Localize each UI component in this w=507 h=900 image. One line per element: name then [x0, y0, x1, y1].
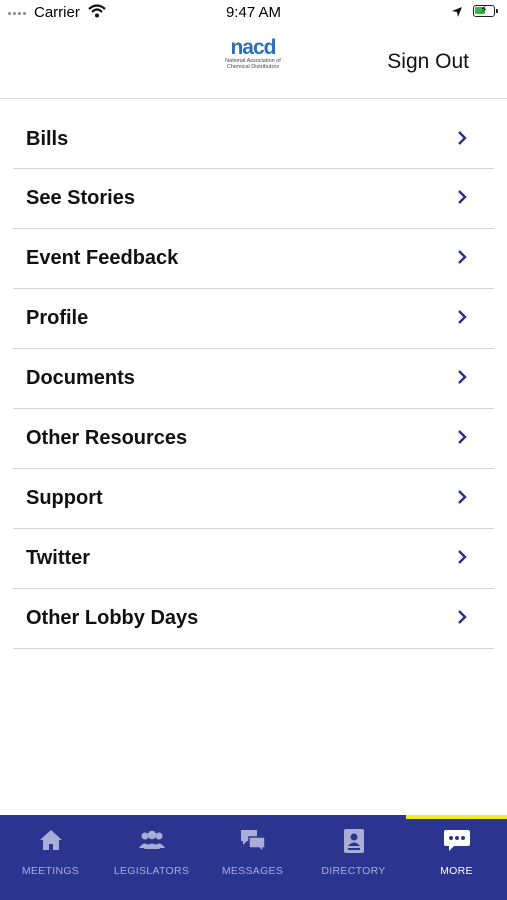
app-header: nacd National Association of Chemical Di… — [0, 26, 507, 99]
menu-item-label: Bills — [26, 128, 69, 150]
nacd-logo: nacd National Association of Chemical Di… — [220, 36, 286, 70]
menu-item-other-lobby-days[interactable]: Other Lobby Days — [13, 589, 494, 649]
tab-messages[interactable]: MESSAGES — [202, 815, 303, 900]
tab-more[interactable]: MORE — [406, 815, 507, 900]
location-arrow-icon — [451, 5, 463, 22]
logo-subtitle: National Association of Chemical Distrib… — [225, 58, 281, 70]
menu-item-see-stories[interactable]: See Stories — [13, 169, 494, 229]
battery-icon: ⚡ — [473, 4, 498, 17]
more-dots-icon — [406, 827, 507, 857]
tab-label: MEETINGS — [21, 865, 80, 877]
chat-bubbles-icon — [202, 827, 303, 857]
tab-meetings[interactable]: MEETINGS — [0, 815, 101, 900]
tab-label: MESSAGES — [221, 865, 284, 877]
chevron-right-icon — [458, 370, 467, 384]
bottom-tab-bar: MEETINGS LEGISLATORS MESSAGES DIRECTORY … — [0, 815, 507, 900]
tab-directory[interactable]: DIRECTORY — [303, 815, 404, 900]
tab-legislators[interactable]: LEGISLATORS — [101, 815, 202, 900]
status-bar: Carrier 9:47 AM ⚡ — [0, 0, 507, 26]
contact-card-icon — [303, 827, 404, 857]
chevron-right-icon — [458, 250, 467, 264]
menu-item-profile[interactable]: Profile — [13, 289, 494, 349]
tab-label: DIRECTORY — [321, 865, 386, 877]
chevron-right-icon — [458, 131, 467, 145]
menu-item-label: Event Feedback — [26, 247, 179, 269]
more-menu-list: Bills See Stories Event Feedback Profile… — [13, 110, 494, 649]
home-icon — [0, 827, 101, 857]
menu-item-label: Other Lobby Days — [26, 607, 199, 629]
logo-wordmark: nacd — [230, 36, 276, 59]
menu-item-label: Profile — [26, 307, 89, 329]
menu-item-label: See Stories — [26, 187, 135, 209]
sign-out-button[interactable]: Sign Out — [387, 50, 469, 74]
group-icon — [101, 827, 202, 857]
tab-label: LEGISLATORS — [113, 865, 190, 877]
menu-item-label: Support — [26, 487, 103, 509]
chevron-right-icon — [458, 490, 467, 504]
tab-label: MORE — [440, 865, 473, 877]
menu-item-documents[interactable]: Documents — [13, 349, 494, 409]
chevron-right-icon — [458, 430, 467, 444]
menu-item-label: Documents — [26, 367, 135, 389]
clock: 9:47 AM — [225, 4, 282, 21]
chevron-right-icon — [458, 310, 467, 324]
menu-item-bills[interactable]: Bills — [13, 110, 494, 169]
chevron-right-icon — [458, 550, 467, 564]
menu-item-label: Other Resources — [26, 427, 188, 449]
menu-item-support[interactable]: Support — [13, 469, 494, 529]
chevron-right-icon — [458, 190, 467, 204]
menu-item-other-resources[interactable]: Other Resources — [13, 409, 494, 469]
menu-item-twitter[interactable]: Twitter — [13, 529, 494, 589]
chevron-right-icon — [458, 610, 467, 624]
menu-item-label: Twitter — [26, 547, 91, 569]
menu-item-event-feedback[interactable]: Event Feedback — [13, 229, 494, 289]
